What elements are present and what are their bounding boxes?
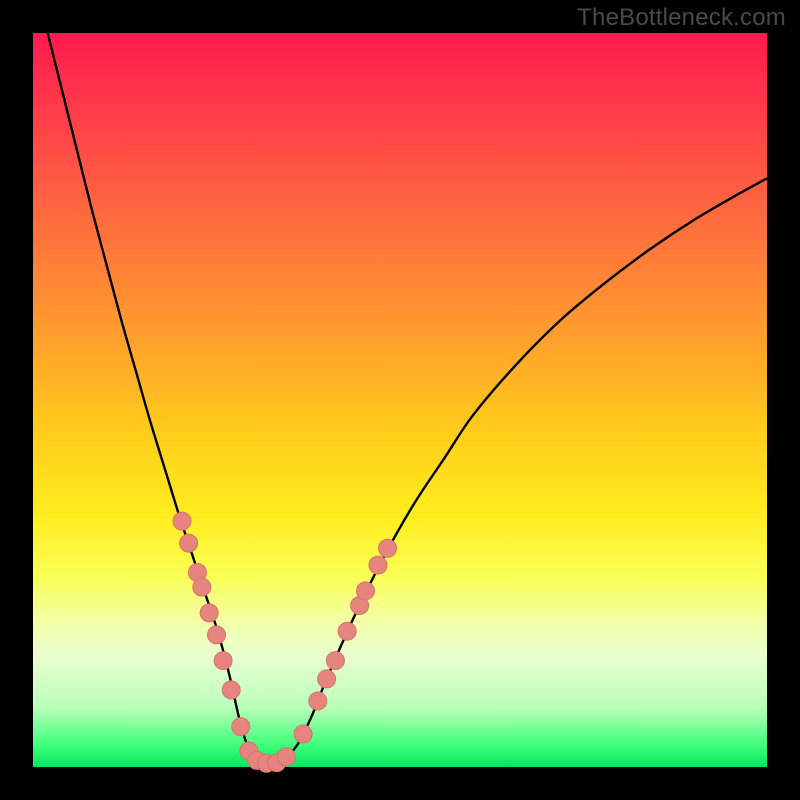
curve-dot [200,604,218,622]
chart-plot-area [33,33,767,767]
curve-dot [222,681,240,699]
bottleneck-chart-svg [33,33,767,767]
curve-dot [214,652,232,670]
watermark-text: TheBottleneck.com [577,4,786,32]
curve-dot [180,534,198,552]
curve-dot [232,718,250,736]
curve-dots-group [173,512,397,772]
curve-dot [193,578,211,596]
curve-dot [379,539,397,557]
bottleneck-curve [48,33,767,764]
curve-dot [294,725,312,743]
curve-dot [357,582,375,600]
chart-frame: TheBottleneck.com [0,0,800,800]
curve-dot [369,556,387,574]
curve-dot [318,670,336,688]
curve-dot [309,692,327,710]
curve-dot [173,512,191,530]
curve-dot [277,748,295,766]
curve-dot [338,622,356,640]
curve-dot [326,652,344,670]
curve-dot [208,626,226,644]
